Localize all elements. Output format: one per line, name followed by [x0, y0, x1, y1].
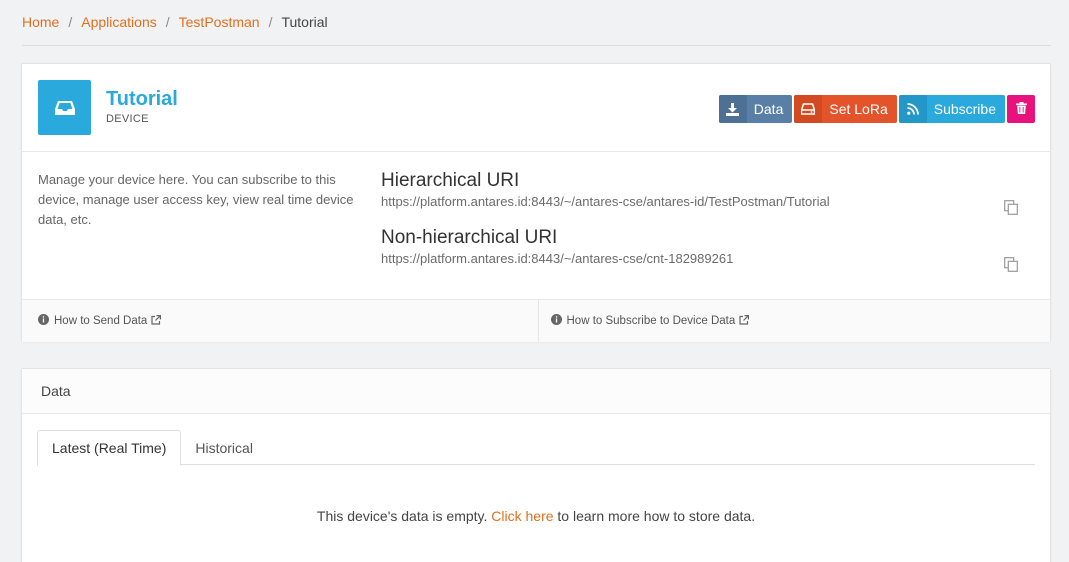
how-to-send-data-label: How to Send Data — [54, 315, 148, 327]
delete-button[interactable] — [1007, 95, 1035, 123]
breadcrumb-current: Tutorial — [281, 14, 328, 30]
learn-more-link[interactable]: Click here — [491, 508, 553, 524]
breadcrumb-applications-link[interactable]: Applications — [81, 14, 157, 30]
hierarchical-uri-title: Hierarchical URI — [381, 170, 520, 191]
device-name: Tutorial — [106, 88, 178, 110]
hdd-icon — [794, 95, 823, 123]
breadcrumb-home-link[interactable]: Home — [22, 14, 59, 30]
device-header: Tutorial DEVICE Data Set LoRa Subscribe — [22, 64, 1050, 152]
rss-icon — [898, 95, 927, 123]
copy-icon[interactable] — [1004, 200, 1018, 220]
device-card: Tutorial DEVICE Data Set LoRa Subscribe … — [21, 63, 1051, 342]
how-to-subscribe-label: How to Subscribe to Device Data — [566, 315, 736, 327]
download-icon — [718, 95, 747, 123]
empty-data-suffix: to learn more how to store data. — [557, 508, 756, 524]
data-tabs: Latest (Real Time) Historical — [37, 430, 1035, 466]
hierarchical-uri-block: Hierarchical URI https://platform.antare… — [381, 170, 1026, 215]
set-lora-button-label: Set LoRa — [829, 101, 888, 117]
hierarchical-uri-value: https://platform.antares.id:8443/~/antar… — [381, 194, 830, 209]
data-card-title: Data — [22, 369, 1050, 414]
trash-icon — [1015, 101, 1027, 117]
empty-data-message: This device's data is empty. Click here … — [22, 508, 1050, 524]
data-card: Data Latest (Real Time) Historical This … — [21, 368, 1051, 562]
tab-historical[interactable]: Historical — [181, 430, 267, 465]
data-button[interactable]: Data — [718, 95, 793, 123]
copy-icon[interactable] — [1004, 257, 1018, 277]
non-hierarchical-uri-title: Non-hierarchical URI — [381, 227, 558, 248]
breadcrumb-app-link[interactable]: TestPostman — [179, 14, 260, 30]
set-lora-button[interactable]: Set LoRa — [794, 95, 897, 123]
device-help-footer: How to Send Data How to Subscribe to Dev… — [22, 299, 1050, 342]
breadcrumb-divider — [22, 45, 1051, 46]
how-to-send-data-link[interactable]: How to Send Data — [22, 300, 538, 342]
device-type-label: DEVICE — [106, 113, 149, 125]
external-link-icon — [739, 314, 754, 328]
inbox-icon — [38, 80, 91, 135]
device-body: Manage your device here. You can subscri… — [22, 152, 1050, 299]
breadcrumb-separator: / — [165, 14, 170, 30]
breadcrumb-separator: / — [268, 14, 273, 30]
device-description: Manage your device here. You can subscri… — [38, 172, 354, 227]
non-hierarchical-uri-block: Non-hierarchical URI https://platform.an… — [381, 227, 1026, 272]
subscribe-button-label: Subscribe — [933, 101, 996, 117]
external-link-icon — [151, 314, 166, 328]
how-to-subscribe-link[interactable]: How to Subscribe to Device Data — [537, 300, 1051, 342]
tab-latest[interactable]: Latest (Real Time) — [37, 430, 182, 466]
subscribe-button[interactable]: Subscribe — [898, 95, 1005, 123]
info-circle-icon — [38, 314, 54, 328]
device-actions: Data Set LoRa Subscribe — [717, 95, 1035, 123]
data-button-label: Data — [753, 101, 784, 117]
non-hierarchical-uri-value: https://platform.antares.id:8443/~/antar… — [381, 251, 734, 266]
empty-data-text: This device's data is empty. — [316, 508, 488, 524]
info-circle-icon — [550, 314, 567, 328]
breadcrumb-separator: / — [68, 14, 73, 30]
breadcrumb: Home / Applications / TestPostman / Tuto… — [22, 14, 328, 30]
